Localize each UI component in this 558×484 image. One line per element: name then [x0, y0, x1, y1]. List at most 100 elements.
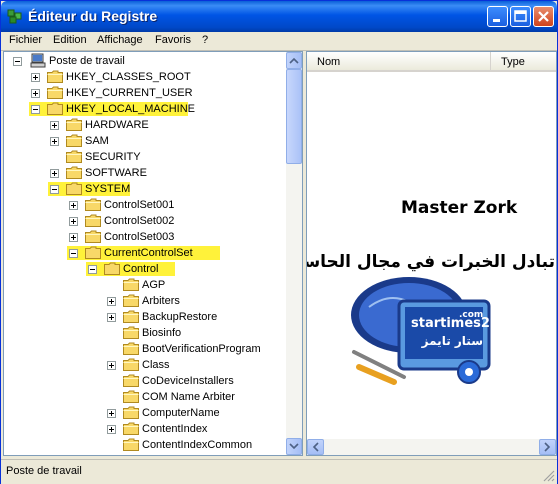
expand-icon[interactable]	[50, 121, 59, 130]
folder-icon	[123, 342, 139, 355]
expand-icon[interactable]	[69, 201, 78, 210]
close-button[interactable]	[533, 6, 554, 27]
status-bar: Poste de travail	[1, 459, 557, 484]
tree-item[interactable]: ContentIndex	[4, 421, 284, 437]
menu-edition[interactable]: Edition	[53, 34, 87, 46]
column-header-nom[interactable]: Nom	[307, 52, 490, 72]
menu-favoris[interactable]: Favoris	[155, 34, 191, 46]
expand-icon[interactable]	[69, 233, 78, 242]
folder-icon	[123, 374, 139, 387]
menu-bar: Fichier Edition Affichage Favoris ?	[1, 32, 557, 51]
tree-item[interactable]: SYSTEM	[4, 181, 284, 197]
tree-item[interactable]: ControlSet001	[4, 197, 284, 213]
menu-fichier[interactable]: Fichier	[9, 34, 42, 46]
scroll-thumb[interactable]	[286, 69, 302, 164]
tree-item[interactable]: ComputerName	[4, 405, 284, 421]
expand-icon[interactable]	[107, 297, 116, 306]
expand-icon[interactable]	[31, 89, 40, 98]
collapse-icon[interactable]	[88, 265, 97, 274]
folder-icon	[104, 262, 120, 275]
folder-icon	[123, 358, 139, 371]
minimize-button[interactable]	[487, 6, 508, 27]
tree-item-label: Class	[142, 359, 170, 371]
menu-help[interactable]: ?	[202, 34, 208, 46]
folder-icon	[47, 86, 63, 99]
tree-item-label: SAM	[85, 135, 109, 147]
arrow-left-icon	[312, 442, 319, 452]
tree-item[interactable]: SOFTWARE	[4, 165, 284, 181]
expand-icon[interactable]	[31, 73, 40, 82]
tree-item[interactable]: HKEY_CLASSES_ROOT	[4, 69, 284, 85]
window-title: Éditeur du Registre	[28, 8, 158, 24]
resize-grip-icon[interactable]	[543, 470, 555, 482]
expand-icon[interactable]	[69, 217, 78, 226]
tree-item-label: ControlSet003	[104, 231, 175, 243]
folder-icon	[123, 310, 139, 323]
folder-icon	[123, 326, 139, 339]
tree-item-label: Biosinfo	[142, 327, 182, 339]
tree-item[interactable]: BootVerificationProgram	[4, 341, 284, 357]
tree-item-label: ContentIndexCommon	[142, 439, 253, 451]
tree-item[interactable]: HKEY_CURRENT_USER	[4, 85, 284, 101]
computer-icon	[30, 53, 46, 68]
tree-item-label: Control	[123, 263, 159, 275]
tree-root-collapse-icon[interactable]	[13, 57, 22, 66]
folder-icon	[47, 70, 63, 83]
tree-root[interactable]: Poste de travail	[4, 53, 284, 69]
tree-item[interactable]: BackupRestore	[4, 309, 284, 325]
maximize-button[interactable]	[510, 6, 531, 27]
scroll-right-button[interactable]	[539, 439, 556, 455]
tree-item[interactable]: CurrentControlSet	[4, 245, 284, 261]
expand-icon[interactable]	[50, 137, 59, 146]
regedit-app-icon	[7, 9, 22, 24]
status-text: Poste de travail	[6, 465, 82, 477]
expand-icon[interactable]	[107, 313, 116, 322]
tree-item[interactable]: COM Name Arbiter	[4, 389, 284, 405]
tree-item[interactable]: SECURITY	[4, 149, 284, 165]
expand-icon[interactable]	[107, 425, 116, 434]
tree-item[interactable]: Arbiters	[4, 293, 284, 309]
tree-item[interactable]: Control	[4, 261, 284, 277]
tree-item[interactable]: HKEY_LOCAL_MACHINE	[4, 101, 284, 117]
tree-item[interactable]: ContentIndexCommon	[4, 437, 284, 453]
registry-tree[interactable]: Poste de travail HKEY_CLASSES_ROOT HKEY_C…	[3, 51, 303, 456]
expand-icon[interactable]	[107, 409, 116, 418]
tree-item[interactable]: ControlSet002	[4, 213, 284, 229]
expand-icon[interactable]	[107, 361, 116, 370]
collapse-icon[interactable]	[50, 185, 59, 194]
values-list[interactable]: Nom Type Master Zork تبادل الخبرات في مج…	[306, 51, 557, 456]
folder-icon	[66, 150, 82, 163]
folder-icon	[66, 182, 82, 195]
minimize-icon	[493, 19, 500, 22]
menu-affichage[interactable]: Affichage	[97, 34, 143, 46]
folder-icon	[66, 134, 82, 147]
scroll-up-button[interactable]	[286, 52, 302, 69]
maximize-icon	[514, 10, 527, 22]
folder-icon	[123, 406, 139, 419]
watermark-arabic-name: ستار تايمز	[421, 334, 483, 348]
title-bar[interactable]: Éditeur du Registre	[1, 1, 557, 32]
tree-item[interactable]: Class	[4, 357, 284, 373]
folder-icon	[66, 118, 82, 131]
column-header-type[interactable]: Type	[490, 52, 556, 72]
scroll-down-button[interactable]	[286, 438, 302, 455]
tree-item-label: SOFTWARE	[85, 167, 147, 179]
collapse-icon[interactable]	[31, 105, 40, 114]
tree-vertical-scrollbar[interactable]	[286, 52, 302, 455]
tree-item[interactable]: SAM	[4, 133, 284, 149]
tree-item-label: ComputerName	[142, 407, 220, 419]
scroll-left-button[interactable]	[307, 439, 324, 455]
collapse-icon[interactable]	[69, 249, 78, 258]
folder-icon	[123, 438, 139, 451]
tree-item[interactable]: Biosinfo	[4, 325, 284, 341]
tree-item-label: HKEY_LOCAL_MACHINE	[66, 103, 195, 115]
tree-item[interactable]: HARDWARE	[4, 117, 284, 133]
expand-icon[interactable]	[50, 169, 59, 178]
tree-item[interactable]: AGP	[4, 277, 284, 293]
list-horizontal-scrollbar[interactable]	[307, 439, 556, 455]
tree-item-label: Arbiters	[142, 295, 180, 307]
arrow-up-icon	[289, 57, 299, 64]
tree-item[interactable]: ControlSet003	[4, 229, 284, 245]
tree-item[interactable]: CoDeviceInstallers	[4, 373, 284, 389]
folder-icon	[47, 102, 63, 115]
